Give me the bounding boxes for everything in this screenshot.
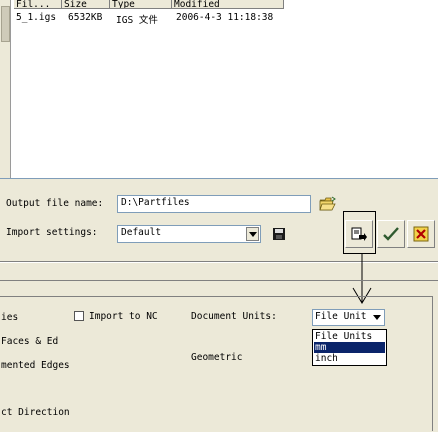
output-file-input[interactable]: D:\Partfiles	[117, 195, 311, 213]
file-list-scrollbar[interactable]	[0, 0, 11, 178]
export-icon	[351, 227, 367, 241]
file-type-cell: IGS 文件	[116, 15, 158, 26]
column-header-size[interactable]: Size	[62, 0, 110, 9]
import-settings-select[interactable]: Default	[117, 225, 261, 243]
import-settings-label: Import settings:	[6, 227, 98, 238]
ok-button[interactable]	[377, 220, 405, 248]
file-modified-cell: 2006-4-3 11:18:38	[176, 12, 274, 23]
export-button[interactable]	[345, 220, 373, 248]
save-icon	[273, 228, 285, 240]
column-header-type[interactable]: Type	[110, 0, 172, 9]
document-units-select[interactable]: File Unit	[312, 309, 385, 326]
import-to-nc-label: Import to NC	[89, 311, 158, 322]
file-name-cell[interactable]: 5_1.igs	[16, 12, 56, 23]
option-label-2: Faces & Ed	[1, 336, 59, 347]
open-folder-icon	[319, 196, 336, 211]
cancel-button[interactable]	[407, 220, 435, 248]
option-label-1: ies	[1, 312, 19, 323]
file-list[interactable]	[0, 0, 438, 179]
chevron-down-icon[interactable]	[246, 227, 259, 241]
units-option-inch[interactable]: inch	[314, 353, 385, 364]
units-option-mm[interactable]: mm	[314, 342, 385, 353]
browse-folder-button[interactable]	[317, 193, 339, 215]
column-header-name[interactable]: Fil...	[14, 0, 62, 9]
import-settings-value: Default	[121, 227, 162, 238]
option-label-4: ct Direction	[1, 407, 70, 418]
units-dropdown-list[interactable]: File Units mm inch	[312, 329, 387, 366]
document-units-label: Document Units:	[191, 311, 277, 322]
document-units-value: File Unit	[315, 311, 367, 322]
units-option-file-units[interactable]: File Units	[314, 331, 385, 342]
option-label-3: mented Edges	[1, 360, 70, 371]
geometric-label: Geometric	[191, 352, 243, 363]
scrollbar-thumb[interactable]	[1, 6, 10, 42]
close-icon	[413, 226, 429, 242]
file-size-cell: 6532KB	[68, 12, 103, 23]
chevron-down-icon	[373, 315, 381, 320]
import-to-nc-checkbox[interactable]	[74, 311, 84, 321]
checkmark-icon	[383, 227, 399, 241]
output-file-label: Output file name:	[6, 198, 104, 209]
column-header-modified[interactable]: Modified	[172, 0, 284, 9]
save-settings-button[interactable]	[268, 223, 290, 245]
